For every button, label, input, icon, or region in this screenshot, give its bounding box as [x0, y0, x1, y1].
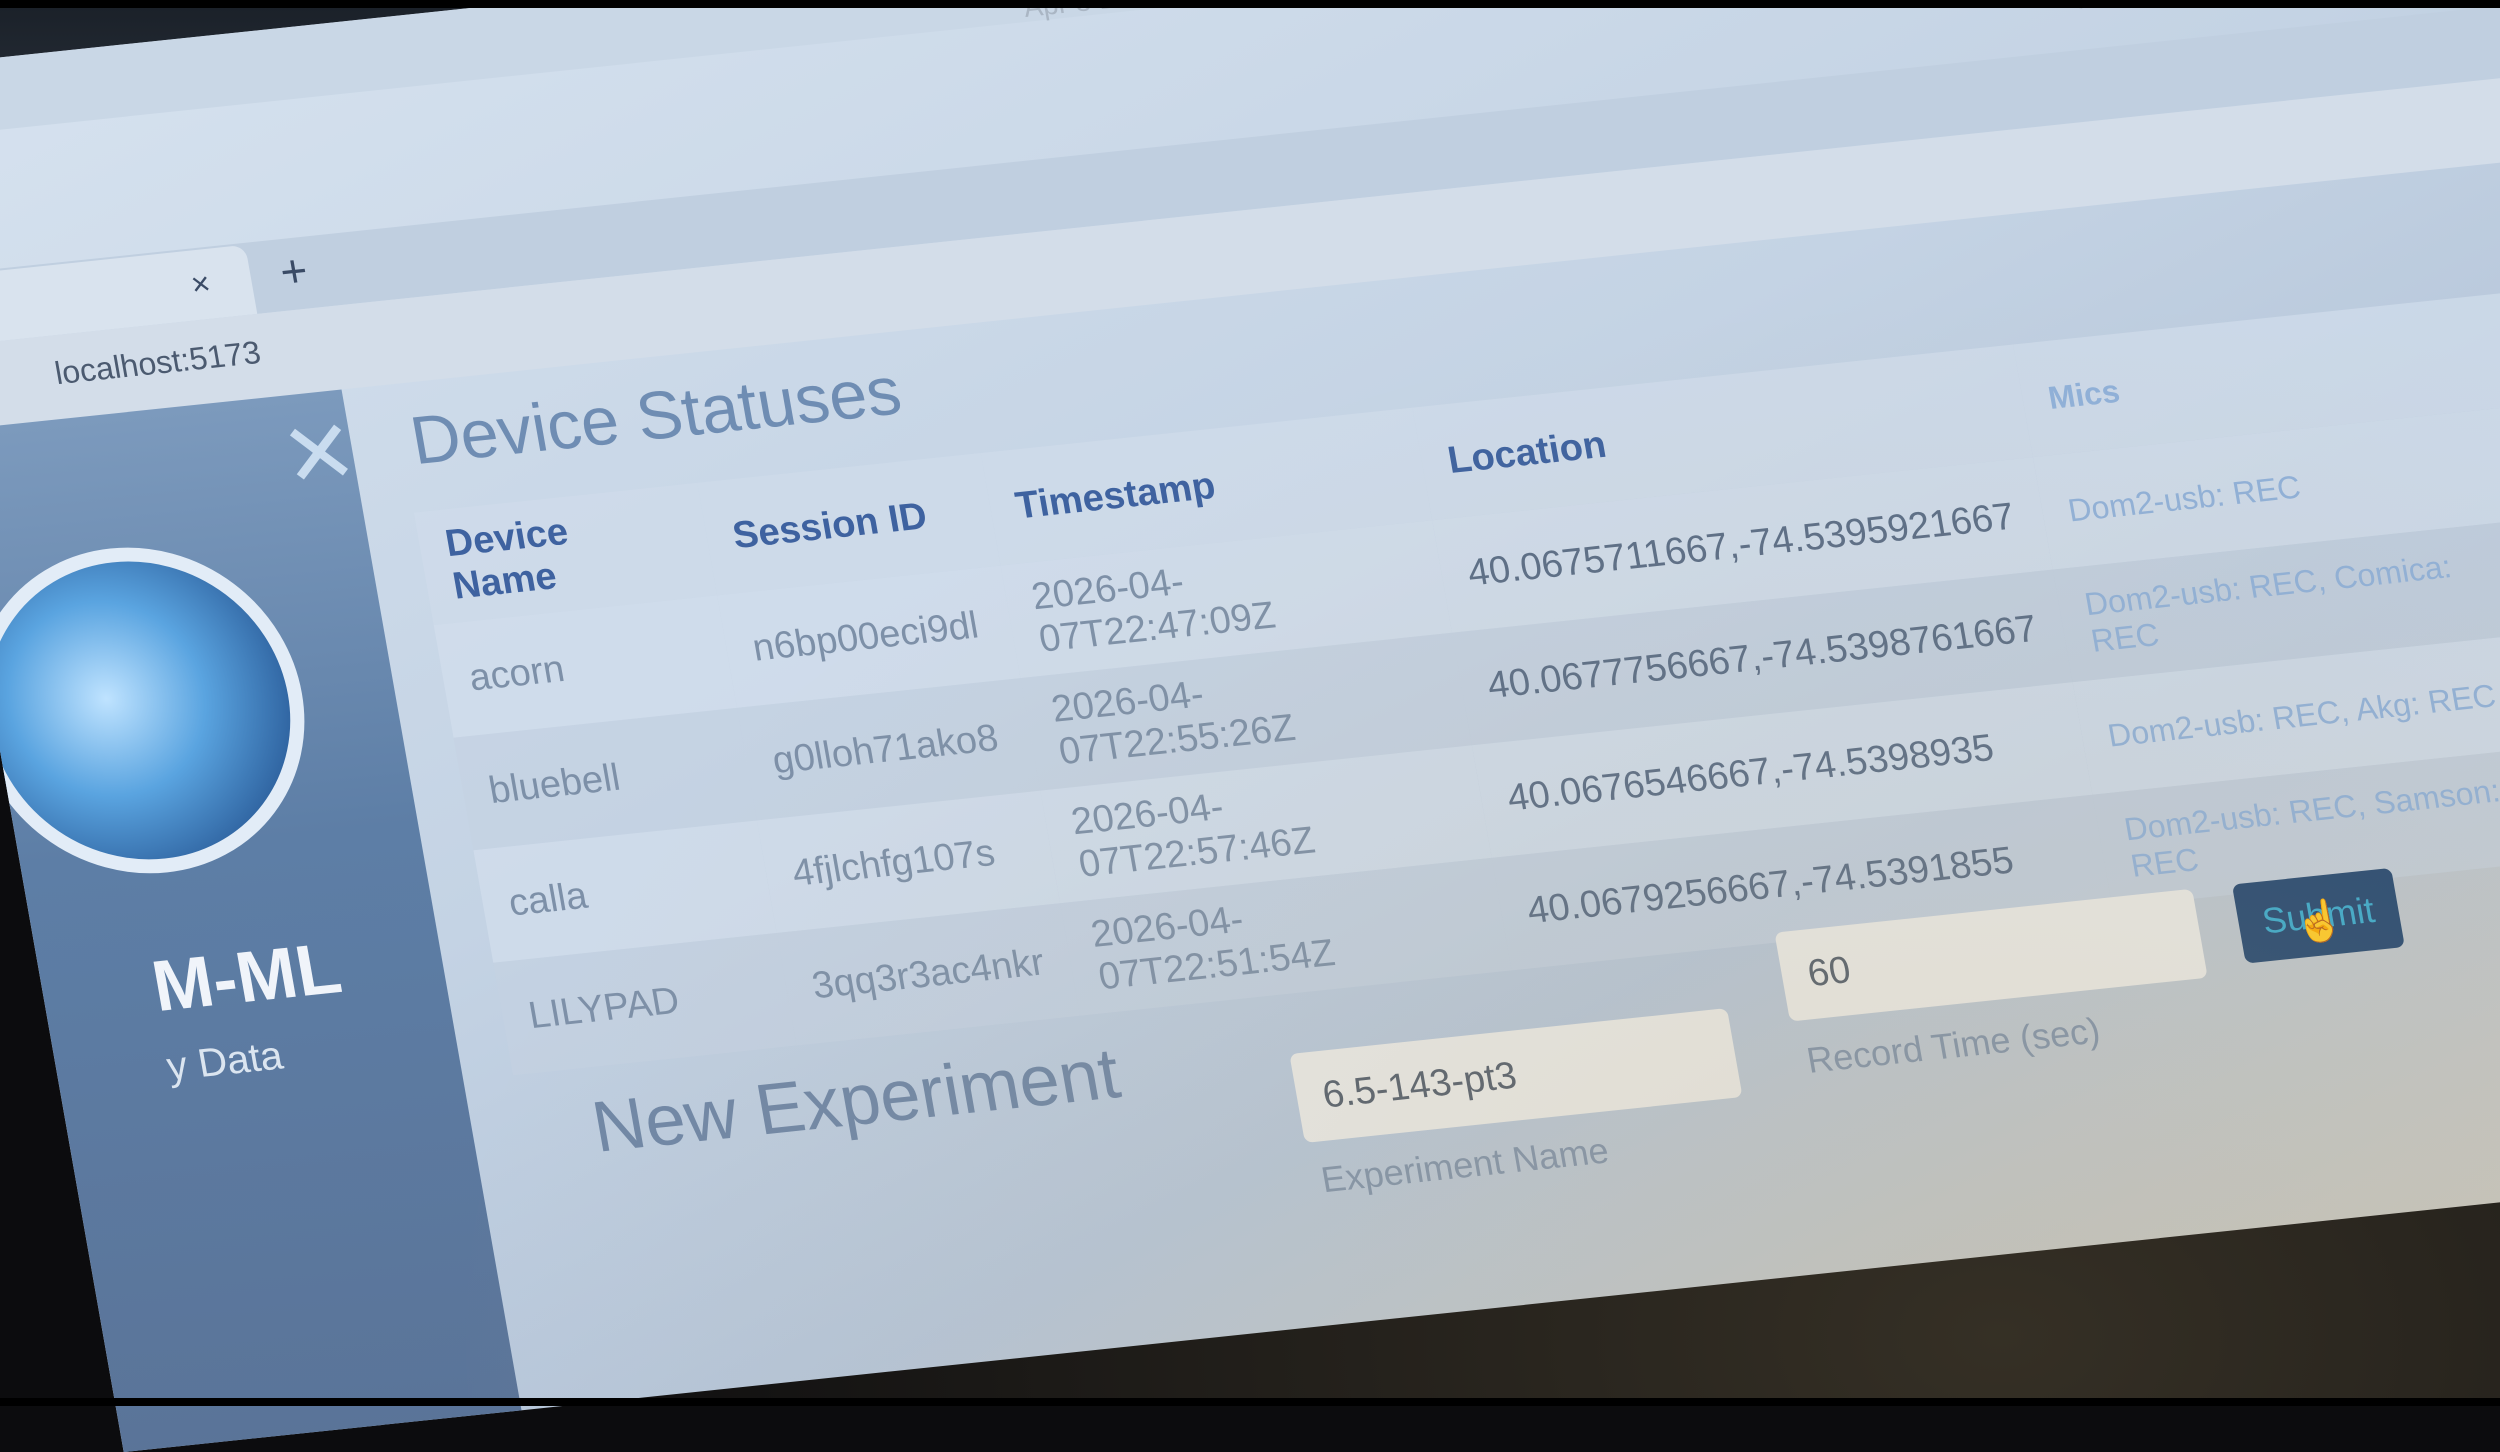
letterbox-bottom: [0, 1398, 2500, 1406]
screen: Apr 8 10:41 ⋖☆▣♟ × + localhost:5173 ✕ M-…: [0, 0, 2500, 1452]
letterbox-top: [0, 0, 2500, 8]
record-time-label: Record Time (sec): [1803, 1009, 2104, 1081]
experiment-name-field[interactable]: [1289, 1008, 1743, 1143]
hand-cursor-icon: ☝: [2290, 897, 2348, 947]
experiment-name-input[interactable]: [1289, 1008, 1743, 1143]
experiment-name-label: Experiment Name: [1318, 1129, 1612, 1201]
